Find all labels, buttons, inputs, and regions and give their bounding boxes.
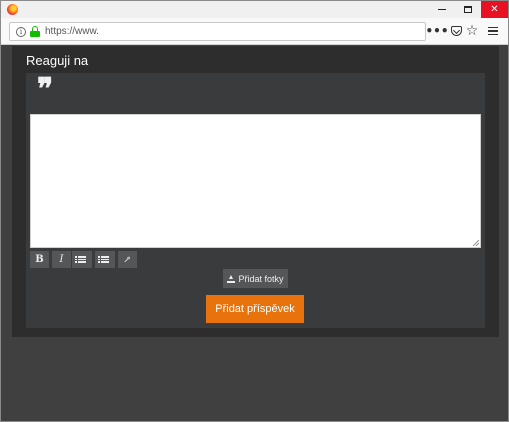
browser-window: ✕ i https://www. ••• ☆ Reaguji na ❞ B I … [0,0,509,422]
minimize-icon [438,9,446,10]
pocket-shape [450,26,462,36]
close-icon: ✕ [490,4,499,15]
bullet-list-button[interactable] [72,251,92,268]
numbered-list-button[interactable] [95,251,115,268]
hamburger-line [488,26,498,29]
upload-icon [227,274,236,283]
numbered-list-icon [98,256,109,263]
add-photos-label: Přidat fotky [238,273,284,284]
link-button[interactable]: ⊸ [118,251,137,268]
reply-heading: Reaguji na [26,53,89,68]
resize-handle-icon[interactable] [473,240,479,246]
italic-button[interactable]: I [52,251,71,268]
more-actions-icon[interactable]: ••• [426,23,449,39]
bullet-list-icon [75,256,86,263]
page-content: Reaguji na ❞ B I ⊸ Přidat fotky Přidat p… [1,46,508,421]
address-bar[interactable]: i https://www. [9,22,426,41]
hamburger-menu-icon[interactable] [485,23,501,39]
quote-icon: ❞ [37,72,53,107]
maximize-button[interactable] [455,1,481,18]
navigation-bar: i https://www. ••• ☆ [1,18,508,45]
url-text[interactable]: https://www. [45,26,99,37]
star-icon[interactable]: ☆ [464,23,480,39]
lock-icon[interactable] [30,26,40,37]
minimize-button[interactable] [429,1,455,18]
hamburger-line [488,30,498,32]
reply-form: ❞ B I ⊸ Přidat fotky Přidat příspěvek [26,73,485,328]
bold-button[interactable]: B [30,251,49,268]
maximize-icon [464,6,472,13]
link-icon: ⊸ [121,253,134,266]
hamburger-line [488,33,498,36]
info-icon[interactable]: i [16,27,26,37]
submit-post-button[interactable]: Přidat příspěvek [206,295,304,323]
pocket-icon[interactable] [448,23,464,39]
close-window-button[interactable]: ✕ [481,1,508,18]
firefox-logo-icon [7,4,18,15]
add-photos-button[interactable]: Přidat fotky [223,269,288,288]
reply-panel: Reaguji na ❞ B I ⊸ Přidat fotky Přidat p… [12,46,499,337]
title-bar: ✕ [1,1,508,18]
reply-textarea[interactable] [30,114,481,248]
lock-body [30,31,40,37]
